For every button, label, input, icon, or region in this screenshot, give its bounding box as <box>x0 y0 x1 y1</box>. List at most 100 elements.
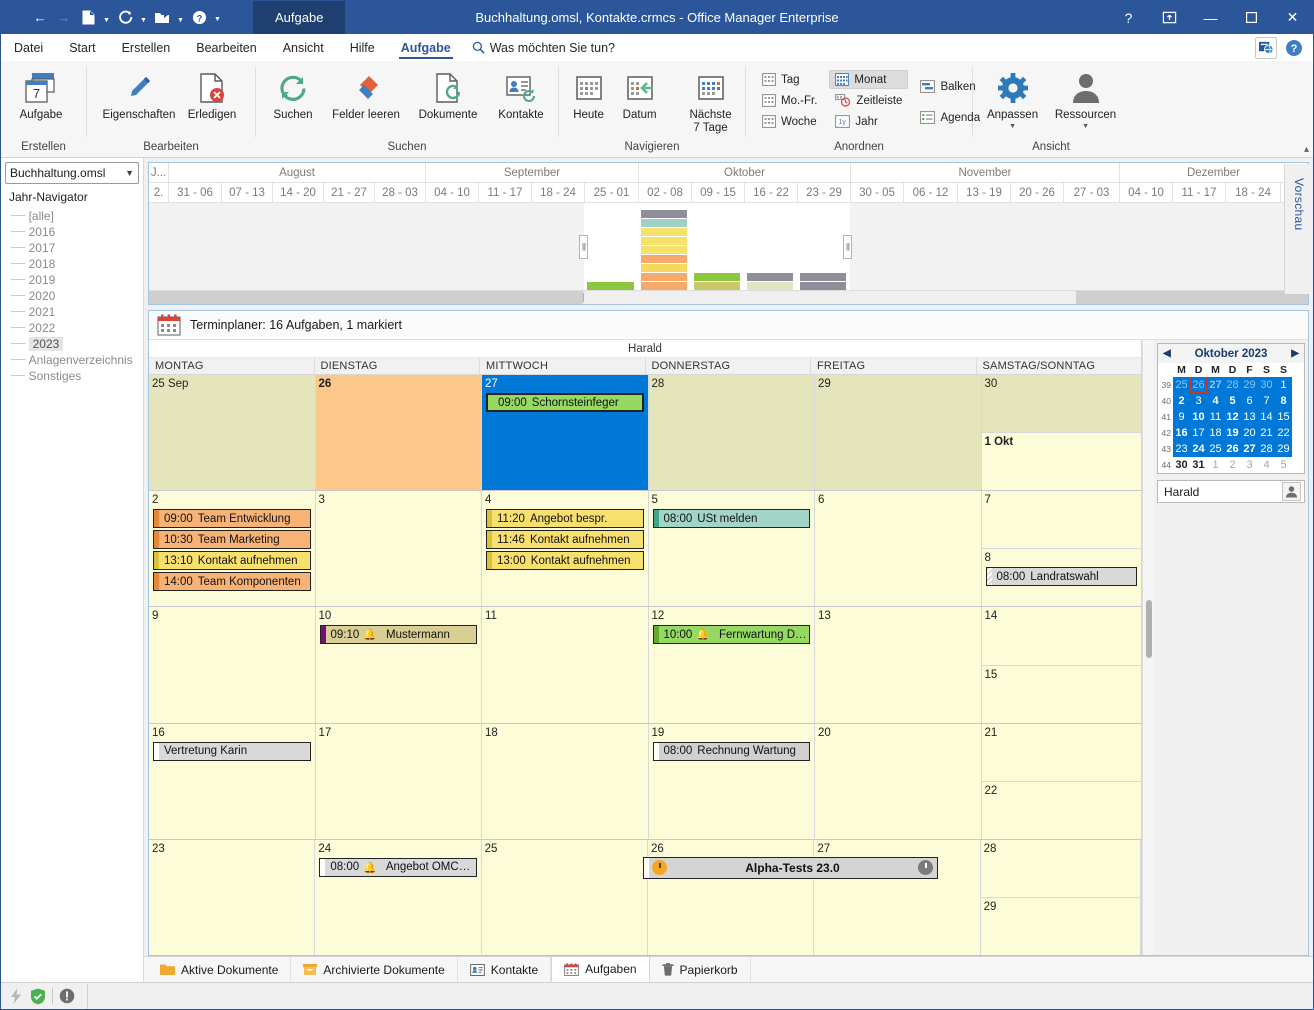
mini-calendar-day[interactable]: 30 <box>1258 377 1275 393</box>
appointment-kontakt-aufnehmen[interactable]: 11:46 Kontakt aufnehmen <box>486 530 644 550</box>
minimize-button[interactable]: — <box>1190 1 1231 34</box>
calendar-day-cell-sunday[interactable]: 29 <box>980 896 1140 956</box>
prev-month-arrow-icon[interactable]: ◀ <box>1163 348 1171 359</box>
calendar-day-cell-sunday[interactable]: 8 08:00 Landratswahl <box>981 548 1141 607</box>
mini-calendar-day[interactable]: 28 <box>1258 441 1275 457</box>
mini-calendar-day[interactable]: 28 <box>1224 377 1241 393</box>
resource-box[interactable]: Harald <box>1157 480 1305 503</box>
help-icon[interactable]: ? <box>1283 37 1305 59</box>
lightning-icon[interactable] <box>9 988 24 1004</box>
back-button[interactable]: ← <box>29 6 51 30</box>
ribbon-button-kontakte[interactable]: Kontakte <box>490 67 552 125</box>
year-timeline[interactable]: J... August September Oktober November D… <box>148 162 1309 305</box>
calendar-day-cell[interactable]: 11 <box>482 607 649 723</box>
mini-calendar-day[interactable]: 27 <box>1207 377 1224 393</box>
mini-calendar-day[interactable]: 3 <box>1190 393 1207 409</box>
calendar-day-cell[interactable]: 20 <box>815 723 982 839</box>
calendar-day-cell[interactable]: 29 <box>815 375 982 491</box>
appointment-kontakt-aufnehmen[interactable]: 13:10 Kontakt aufnehmen <box>153 551 311 571</box>
appointment-alpha-tests-multiday[interactable]: Alpha-Tests 23.0 <box>643 856 938 879</box>
sidebar-item-2023[interactable]: ── 2023 <box>5 336 139 352</box>
appointment-kontakt-aufnehmen[interactable]: 13:00 Kontakt aufnehmen <box>486 551 644 571</box>
new-document-caret-icon[interactable]: ▼ <box>101 6 112 30</box>
sidebar-item-2022[interactable]: ── 2022 <box>5 320 139 336</box>
view-mode-mo-fr[interactable]: Mo.-Fr. <box>756 91 823 110</box>
mini-calendar-day[interactable]: 2 <box>1173 393 1190 409</box>
calendar-day-cell[interactable]: 3 <box>315 491 482 607</box>
sidebar-item-anlagenverzeichnis[interactable]: ── Anlagenverzeichnis <box>5 352 139 368</box>
timeline-col-02-08[interactable] <box>638 203 691 290</box>
mini-calendar-day[interactable]: 6 <box>1241 393 1258 409</box>
mini-calendar-day[interactable]: 1 <box>1275 377 1292 393</box>
mini-calendar-day[interactable]: 9 <box>1173 409 1190 425</box>
appointment-vertretung-karin[interactable]: Vertretung Karin <box>153 741 311 761</box>
person-icon[interactable] <box>1282 482 1301 501</box>
appointment-angebot-bespr[interactable]: 11:20 Angebot bespr. <box>486 509 644 529</box>
timeline-col-25-01[interactable] <box>584 203 638 290</box>
sidebar-item-2016[interactable]: ── 2016 <box>5 224 139 240</box>
preview-tab[interactable]: Vorschau <box>1284 164 1313 294</box>
mini-calendar-day[interactable]: 25 <box>1173 377 1190 393</box>
mini-calendar-day[interactable]: 29 <box>1241 377 1258 393</box>
mini-calendar-day[interactable]: 11 <box>1207 409 1224 425</box>
open-folder-icon[interactable] <box>151 6 173 30</box>
timeline-col-16-22[interactable] <box>744 203 797 290</box>
menu-item-start[interactable]: Start <box>56 34 108 61</box>
calendar-vertical-scrollbar[interactable] <box>1142 340 1154 955</box>
mini-calendar-day[interactable]: 2 <box>1224 457 1241 473</box>
appointment-team-komponenten[interactable]: 14:00 Team Komponenten <box>153 572 311 592</box>
view-mode-woche[interactable]: Woche <box>756 112 823 131</box>
mini-calendar-day[interactable]: 20 <box>1241 425 1258 441</box>
mini-calendar-day[interactable]: 15 <box>1275 409 1292 425</box>
calendar-day-cell-saturday[interactable]: 14 <box>981 607 1141 665</box>
mini-calendar-day[interactable]: 22 <box>1275 425 1292 441</box>
sidebar-item-alle[interactable]: ── [alle] <box>5 208 139 224</box>
mini-calendar-day[interactable]: 27 <box>1241 441 1258 457</box>
sidebar-item-2019[interactable]: ── 2019 <box>5 272 139 288</box>
tab-kontakte[interactable]: Kontakte <box>458 957 552 982</box>
view-mode-zeitleiste[interactable]: Zeitleiste <box>829 91 908 110</box>
sidebar-item-sonstiges[interactable]: ── Sonstiges <box>5 368 139 384</box>
mini-calendar-day[interactable]: 10 <box>1190 409 1207 425</box>
appointment-team-marketing[interactable]: 10:30 Team Marketing <box>153 530 311 550</box>
mini-calendar-day[interactable]: 16 <box>1173 425 1190 441</box>
database-select[interactable]: Buchhaltung.omsl ▼ <box>5 162 139 184</box>
sidebar-item-2018[interactable]: ── 2018 <box>5 256 139 272</box>
calendar-day-cell[interactable]: 9 <box>149 607 316 723</box>
calendar-day-cell[interactable]: 23 <box>149 839 316 956</box>
mini-calendar-day[interactable]: 5 <box>1275 457 1292 473</box>
sidebar-item-2020[interactable]: ── 2020 <box>5 288 139 304</box>
calendar-day-cell[interactable]: 5 08:00 USt melden <box>648 491 815 607</box>
calendar-day-cell-saturday[interactable]: 30 <box>981 375 1141 433</box>
mini-calendar-day[interactable]: 4 <box>1258 457 1275 473</box>
appointment-schornsteinfeger[interactable]: 09:00 Schornsteinfeger <box>486 393 644 412</box>
menu-item-bearbeiten[interactable]: Bearbeiten <box>183 34 269 61</box>
ribbon-button-anpassen[interactable]: Anpassen ▼ <box>979 67 1046 132</box>
appointment-team-entwicklung[interactable]: 09:00 Team Entwicklung <box>153 509 311 529</box>
mini-calendar-day[interactable]: 21 <box>1258 425 1275 441</box>
close-button[interactable]: ✕ <box>1272 1 1313 34</box>
info-icon[interactable] <box>59 988 75 1004</box>
mini-calendar-day[interactable]: 14 <box>1258 409 1275 425</box>
sidebar-item-2017[interactable]: ── 2017 <box>5 240 139 256</box>
new-document-icon[interactable] <box>77 6 99 30</box>
mini-calendar-day[interactable]: 29 <box>1275 441 1292 457</box>
appointment-mustermann[interactable]: 09:10 🔔 Mustermann <box>319 625 477 645</box>
mini-calendar-day[interactable]: 31 <box>1190 457 1207 473</box>
calendar-day-cell[interactable]: 19 08:00 Rechnung Wartung <box>648 723 815 839</box>
appointment-fernwartung-dms[interactable]: 10:00 🔔 Fernwartung DMS <box>652 625 810 645</box>
mini-calendar-day[interactable]: 12 <box>1224 409 1241 425</box>
timeline-col-09-15[interactable] <box>691 203 744 290</box>
calendar-day-cell-sunday[interactable]: 22 <box>981 780 1141 839</box>
ribbon-button-naechste-7-tage[interactable]: Nächste 7 Tage <box>682 67 739 138</box>
timeline-range-handle-left[interactable]: ||| <box>579 234 588 259</box>
help-button[interactable]: ? <box>1108 1 1149 34</box>
calendar-day-cell[interactable]: 12 10:00 🔔 Fernwartung DMS <box>648 607 815 723</box>
timeline-horizontal-scrollbar[interactable] <box>149 290 1308 304</box>
mini-calendar-day[interactable]: 5 <box>1224 393 1241 409</box>
calendar-day-cell-today[interactable]: 27 09:00 Schornsteinfeger <box>482 375 649 491</box>
refresh-icon[interactable] <box>114 6 136 30</box>
mini-calendar-day[interactable]: 25 <box>1207 441 1224 457</box>
mini-calendar-day[interactable]: 30 <box>1173 457 1190 473</box>
open-folder-caret-icon[interactable]: ▼ <box>175 6 186 30</box>
